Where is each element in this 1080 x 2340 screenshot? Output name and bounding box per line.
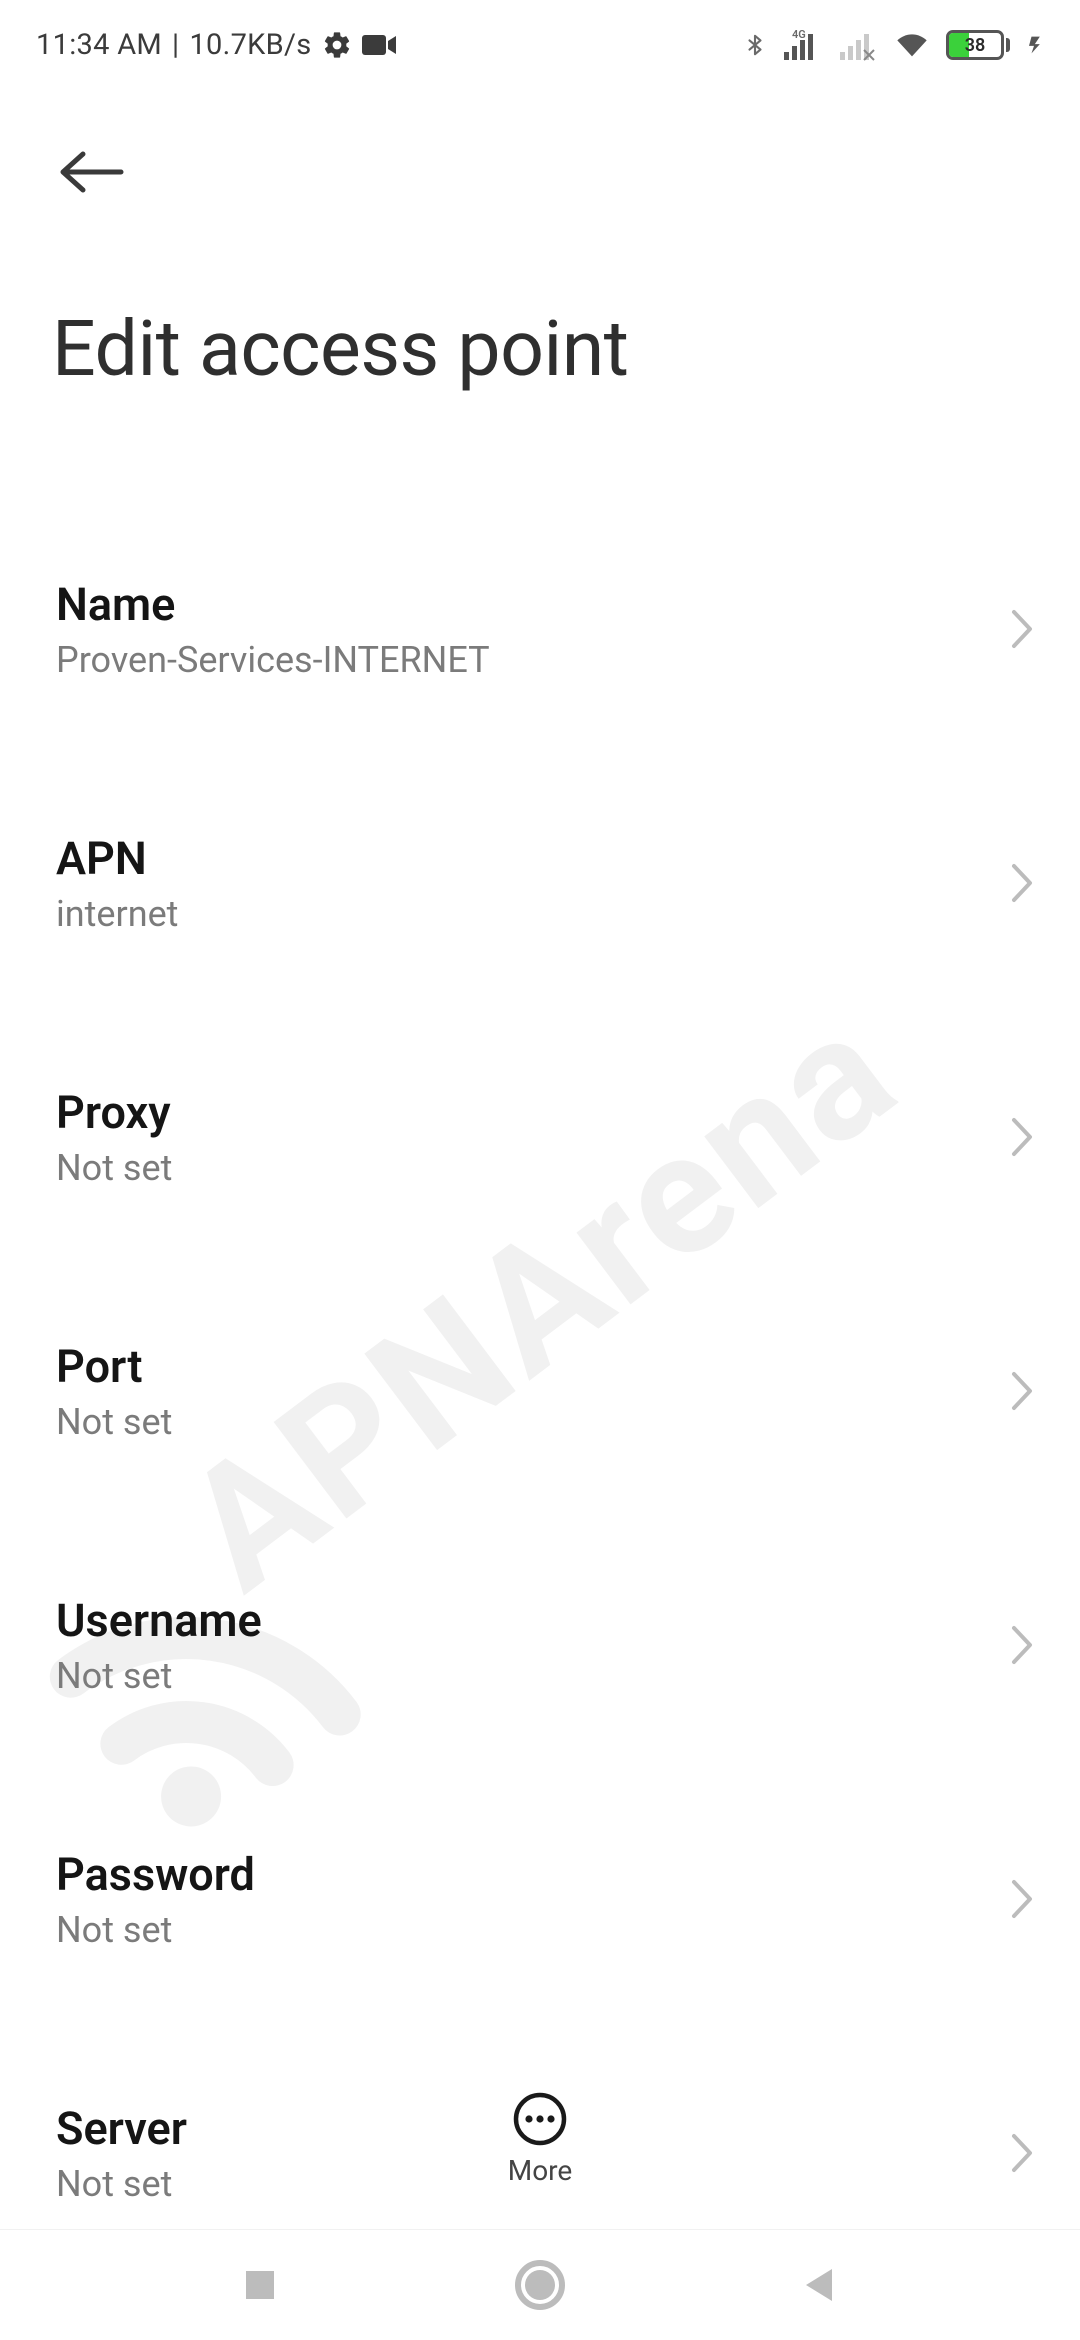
video-icon [362,33,396,57]
bluetooth-icon [744,28,766,62]
chevron-right-icon [1010,862,1036,904]
row-value: internet [56,893,178,935]
row-label: Proxy [56,1086,172,1139]
chevron-right-icon [1010,1116,1036,1158]
row-value: Not set [56,1147,172,1189]
status-net-speed: 10.7KB/s [189,28,311,62]
chevron-right-icon [1010,608,1036,650]
apn-row-port[interactable]: Port Not set [0,1264,1080,1518]
row-label: Username [56,1594,262,1647]
row-value: Not set [56,1655,262,1697]
status-bar: 11:34 AM | 10.7KB/s 4G [0,0,1080,70]
svg-text:4G: 4G [792,28,806,41]
apn-row-password[interactable]: Password Not set [0,1772,1080,2026]
arrow-left-icon [57,148,127,196]
row-label: APN [56,832,178,885]
chevron-right-icon [1010,1878,1036,1920]
chevron-right-icon [1010,1370,1036,1412]
chevron-right-icon [1010,1624,1036,1666]
row-value: Not set [56,1909,255,1951]
row-label: Server [56,2102,187,2155]
charging-icon [1024,29,1044,61]
apn-row-name[interactable]: Name Proven-Services-INTERNET [0,502,1080,756]
battery-indicator: 38 [946,30,1010,60]
row-value: Proven-Services-INTERNET [56,639,490,681]
apn-row-username[interactable]: Username Not set [0,1518,1080,1772]
page-title: Edit access point [0,212,1080,394]
wifi-icon [892,29,932,61]
signal-4g-icon: 4G [780,28,824,62]
gear-icon [322,30,352,60]
status-time: 11:34 AM [36,28,162,62]
row-label: Password [56,1848,255,1901]
row-label: Name [56,578,490,631]
back-button[interactable] [52,132,132,212]
signal-sim2-icon [838,28,878,62]
apn-row-apn[interactable]: APN internet [0,756,1080,1010]
apn-row-mmsc[interactable]: MMSC Not set [0,2280,1080,2340]
row-value: Not set [56,2163,187,2205]
chevron-right-icon [1010,2132,1036,2174]
row-value: Not set [56,1401,172,1443]
apn-row-server[interactable]: Server Not set [0,2026,1080,2280]
apn-row-proxy[interactable]: Proxy Not set [0,1010,1080,1264]
row-label: Port [56,1340,172,1393]
battery-percent: 38 [949,33,1001,57]
status-separator: | [172,28,179,62]
